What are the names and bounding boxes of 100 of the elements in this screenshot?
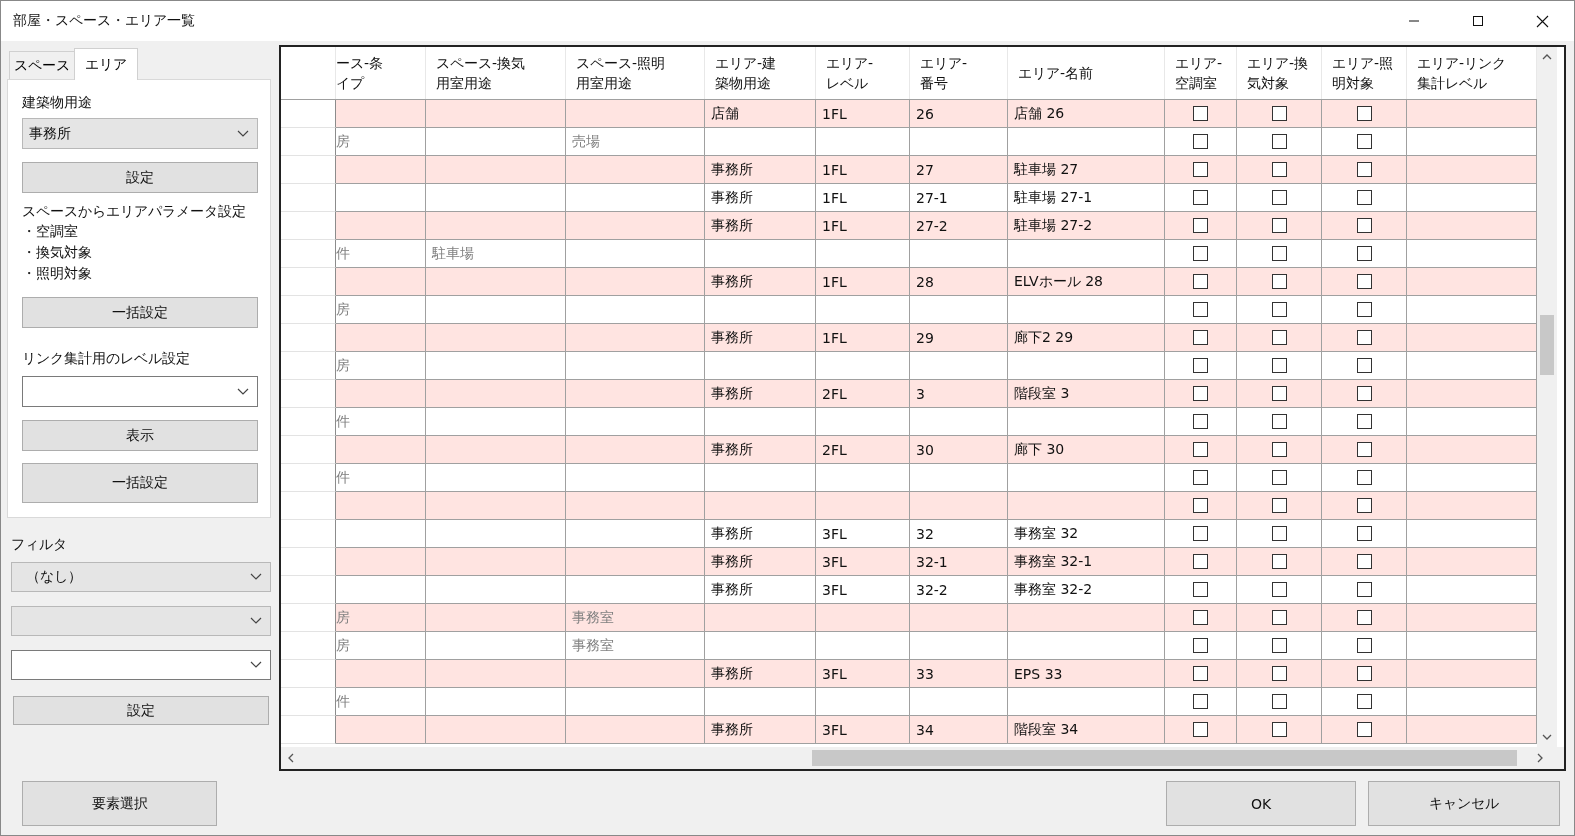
scroll-down-icon[interactable]	[1542, 734, 1552, 741]
tab[interactable]: スペース	[9, 51, 75, 79]
checkbox[interactable]	[1271, 470, 1287, 485]
checkbox[interactable]	[1356, 274, 1372, 289]
checkbox[interactable]	[1271, 330, 1287, 345]
checkbox[interactable]	[1193, 722, 1208, 737]
checkbox[interactable]	[1271, 358, 1287, 373]
select-elements-button[interactable]: 要素選択	[22, 781, 217, 826]
checkbox[interactable]	[1271, 526, 1287, 541]
checkbox[interactable]	[1193, 554, 1208, 569]
cancel-button[interactable]: キャンセル	[1368, 781, 1560, 826]
checkbox[interactable]	[1271, 246, 1287, 261]
checkbox[interactable]	[1271, 386, 1287, 401]
checkbox[interactable]	[1271, 274, 1287, 289]
checkbox[interactable]	[1193, 302, 1208, 317]
scroll-up-icon[interactable]	[1542, 53, 1552, 60]
checkbox[interactable]	[1356, 218, 1372, 233]
checkbox[interactable]	[1271, 218, 1287, 233]
show-button[interactable]: 表示	[22, 420, 258, 451]
checkbox[interactable]	[1356, 582, 1372, 597]
scroll-left-icon[interactable]	[287, 753, 294, 763]
column-header[interactable]: エリア- 番号	[920, 53, 968, 93]
scrollbar-thumb[interactable]	[812, 750, 1517, 766]
checkbox[interactable]	[1356, 722, 1372, 737]
checkbox[interactable]	[1356, 470, 1372, 485]
scroll-right-icon[interactable]	[1537, 753, 1544, 763]
vertical-scrollbar[interactable]	[1537, 47, 1557, 747]
checkbox[interactable]	[1356, 386, 1372, 401]
dropdown[interactable]: （なし）	[11, 562, 271, 592]
checkbox[interactable]	[1356, 134, 1372, 149]
checkbox[interactable]	[1193, 442, 1208, 457]
checkbox[interactable]	[1193, 330, 1208, 345]
column-header[interactable]: スペース-照明 用室用途	[576, 53, 666, 93]
bulk-set-button[interactable]: 一括設定	[22, 463, 258, 503]
checkbox[interactable]	[1271, 134, 1287, 149]
checkbox[interactable]	[1193, 274, 1208, 289]
column-header[interactable]: エリア-照 明対象	[1332, 53, 1394, 93]
checkbox[interactable]	[1356, 190, 1372, 205]
checkbox[interactable]	[1193, 162, 1208, 177]
dropdown[interactable]	[22, 376, 258, 407]
checkbox[interactable]	[1193, 666, 1208, 681]
checkbox[interactable]	[1271, 106, 1287, 121]
checkbox[interactable]	[1193, 190, 1208, 205]
checkbox[interactable]	[1271, 638, 1287, 653]
column-header[interactable]: エリア-名前	[1018, 63, 1094, 83]
tab[interactable]: エリア	[74, 48, 138, 80]
checkbox[interactable]	[1193, 386, 1208, 401]
checkbox[interactable]	[1193, 498, 1208, 513]
checkbox[interactable]	[1271, 162, 1287, 177]
checkbox[interactable]	[1271, 442, 1287, 457]
checkbox[interactable]	[1271, 414, 1287, 429]
checkbox[interactable]	[1356, 414, 1372, 429]
checkbox[interactable]	[1356, 106, 1372, 121]
checkbox[interactable]	[1356, 442, 1372, 457]
checkbox[interactable]	[1193, 638, 1208, 653]
column-header[interactable]: エリア- レベル	[826, 53, 874, 93]
checkbox[interactable]	[1356, 694, 1372, 709]
checkbox[interactable]	[1356, 162, 1372, 177]
scrollbar-thumb[interactable]	[1540, 315, 1554, 375]
checkbox[interactable]	[1193, 218, 1208, 233]
checkbox[interactable]	[1271, 302, 1287, 317]
checkbox[interactable]	[1356, 610, 1372, 625]
checkbox[interactable]	[1193, 694, 1208, 709]
checkbox[interactable]	[1356, 498, 1372, 513]
checkbox[interactable]	[1271, 666, 1287, 681]
set-button[interactable]: 設定	[22, 162, 258, 193]
column-header[interactable]: エリア-建 築物用途	[715, 53, 777, 93]
checkbox[interactable]	[1271, 190, 1287, 205]
checkbox[interactable]	[1356, 330, 1372, 345]
column-header[interactable]: エリア-換 気対象	[1247, 53, 1309, 93]
dropdown[interactable]	[11, 650, 271, 680]
set-button[interactable]: 設定	[13, 696, 269, 725]
column-header[interactable]: エリア- 空調室	[1175, 53, 1223, 93]
checkbox[interactable]	[1271, 498, 1287, 513]
checkbox[interactable]	[1356, 358, 1372, 373]
checkbox[interactable]	[1271, 722, 1287, 737]
checkbox[interactable]	[1356, 302, 1372, 317]
checkbox[interactable]	[1193, 246, 1208, 261]
checkbox[interactable]	[1356, 526, 1372, 541]
bulk-set-button[interactable]: 一括設定	[22, 297, 258, 328]
checkbox[interactable]	[1193, 582, 1208, 597]
checkbox[interactable]	[1271, 554, 1287, 569]
checkbox[interactable]	[1193, 106, 1208, 121]
checkbox[interactable]	[1271, 694, 1287, 709]
checkbox[interactable]	[1193, 610, 1208, 625]
checkbox[interactable]	[1356, 638, 1372, 653]
checkbox[interactable]	[1356, 554, 1372, 569]
checkbox[interactable]	[1356, 666, 1372, 681]
column-header[interactable]: スペース-換気 用室用途	[436, 53, 526, 93]
checkbox[interactable]	[1271, 582, 1287, 597]
ok-button[interactable]: OK	[1166, 781, 1356, 826]
checkbox[interactable]	[1193, 526, 1208, 541]
checkbox[interactable]	[1193, 134, 1208, 149]
checkbox[interactable]	[1193, 470, 1208, 485]
column-header[interactable]: エリア-リンク 集計レベル	[1417, 53, 1507, 93]
checkbox[interactable]	[1193, 358, 1208, 373]
checkbox[interactable]	[1356, 246, 1372, 261]
column-header[interactable]: ース-条 イプ	[336, 53, 384, 93]
checkbox[interactable]	[1193, 414, 1208, 429]
checkbox[interactable]	[1271, 610, 1287, 625]
